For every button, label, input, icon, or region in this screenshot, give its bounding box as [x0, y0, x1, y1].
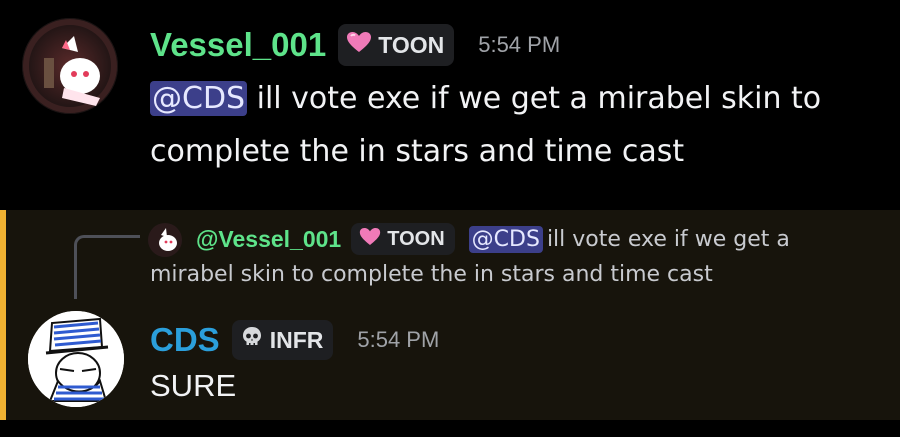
reply-connector-line	[74, 235, 140, 299]
message-text: SURE	[150, 368, 237, 403]
pink-heart-icon	[359, 227, 381, 252]
timestamp[interactable]: 5:54 PM	[357, 327, 439, 353]
bottom-divider	[0, 420, 900, 437]
reply-text-line2[interactable]: mirabel skin to complete the in stars an…	[150, 262, 713, 287]
skull-icon	[240, 325, 264, 355]
avatar-cds[interactable]	[28, 311, 124, 407]
message-text-line1: ill vote exe if we get a mirabel skin to	[247, 81, 822, 116]
role-tag-infr[interactable]: INFR	[231, 320, 334, 360]
reply-user-mention[interactable]: @CDS	[468, 225, 543, 253]
message-text-line2: complete the in stars and time cast	[150, 134, 685, 169]
user-mention[interactable]: @CDS	[150, 81, 248, 116]
role-tag-label: INFR	[269, 326, 324, 353]
reply-role-tag-label: TOON	[387, 227, 445, 250]
role-tag-toon[interactable]: TOON	[338, 24, 455, 66]
role-tag-label: TOON	[378, 31, 445, 58]
message-header-cds: CDS INFR 5:54 PM	[150, 318, 439, 362]
reply-avatar-image	[148, 223, 182, 257]
reply-username[interactable]: @Vessel_001	[196, 226, 341, 253]
avatar-vessel-image	[22, 18, 118, 114]
timestamp[interactable]: 5:54 PM	[478, 32, 560, 58]
reply-role-tag: TOON	[351, 223, 455, 255]
username-cds[interactable]: CDS	[150, 321, 220, 359]
avatar-cds-image	[28, 311, 124, 407]
message-body-vessel: @CDS ill vote exe if we get a mirabel sk…	[150, 72, 880, 178]
username-vessel[interactable]: Vessel_001	[150, 26, 326, 64]
reply-avatar-vessel[interactable]	[148, 223, 182, 257]
reply-preview[interactable]: @Vessel_001 TOON @CDS ill vote exe if we…	[196, 220, 790, 258]
mention-highlight-bar	[0, 210, 6, 420]
reply-text-line1: ill vote exe if we get a	[546, 226, 790, 252]
avatar-vessel[interactable]	[22, 18, 118, 114]
message-header-vessel: Vessel_001 TOON 5:54 PM	[150, 22, 560, 68]
pink-heart-icon	[346, 31, 372, 59]
